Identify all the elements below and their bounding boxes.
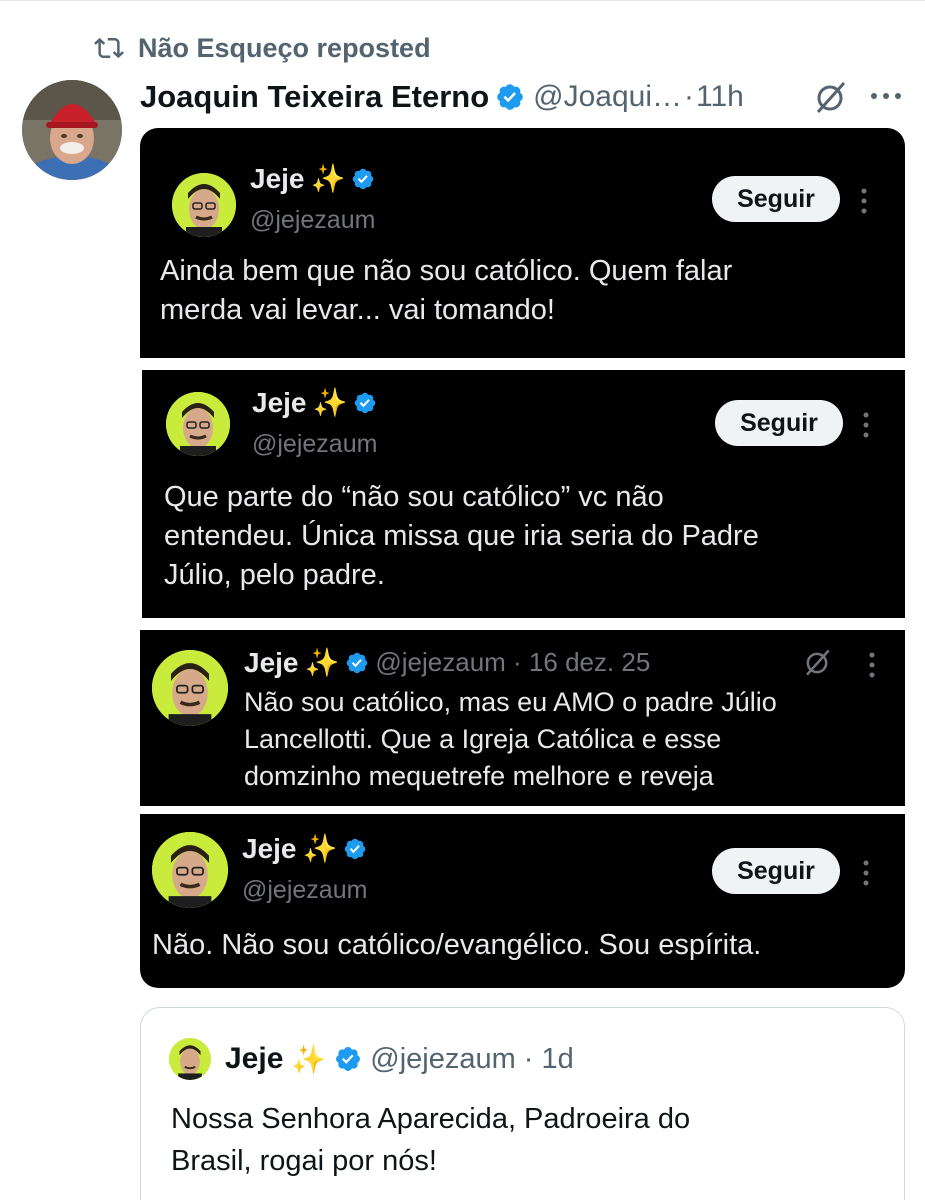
more-options-icon[interactable] xyxy=(866,84,906,108)
more-options-icon xyxy=(861,188,867,214)
panel-text: Ainda bem que não sou católico. Quem fal… xyxy=(160,255,733,326)
panel-author-handle: @jejezaum xyxy=(242,876,368,904)
jeje-avatar xyxy=(172,173,236,237)
verified-badge-icon xyxy=(353,168,374,189)
quoted-header: Jeje ✨ @jejezaum · 1d xyxy=(225,1038,574,1080)
grok-icon[interactable] xyxy=(812,80,848,116)
panel-author-line: Jeje ✨ @jejezaum · 16 dez. 25 xyxy=(244,646,651,679)
panel-author-name: Jeje ✨ xyxy=(242,832,367,865)
quoted-text: Nossa Senhora Aparecida, Padroeira do Br… xyxy=(171,1103,691,1177)
verified-badge-icon xyxy=(336,1047,361,1071)
panel-text: Não. Não sou católico/evangélico. Sou es… xyxy=(152,929,762,961)
attached-image[interactable]: Jeje ✨ @jejezaum Seguir Ainda bem que nã… xyxy=(140,128,905,988)
sparkles-emoji: ✨ xyxy=(310,163,346,194)
more-options-icon xyxy=(869,652,875,678)
follow-button: Seguir xyxy=(715,400,843,446)
quoted-time: 1d xyxy=(541,1042,574,1075)
panel-text: Que parte do “não sou católico” vc não e… xyxy=(164,481,759,591)
panel-author-handle: @jejezaum xyxy=(250,206,376,234)
quoted-post[interactable]: Jeje ✨ @jejezaum · 1d Nossa Senhora Apar… xyxy=(140,1007,905,1200)
verified-badge-icon xyxy=(355,392,376,413)
header-separator: · xyxy=(684,80,694,113)
post-header: Joaquin Teixeira Eterno @Joaqui… · 11h xyxy=(140,74,744,120)
repost-label: Não Esqueço reposted xyxy=(138,32,431,63)
grok-icon xyxy=(806,649,830,676)
quoted-author-name: Jeje xyxy=(225,1042,284,1075)
quoted-author-avatar xyxy=(169,1038,211,1080)
verified-badge-icon xyxy=(345,838,366,859)
author-avatar-image xyxy=(22,80,122,180)
panel-text: Não sou católico, mas eu AMO o padre Júl… xyxy=(244,687,777,791)
more-options-icon xyxy=(863,860,869,886)
author-avatar[interactable] xyxy=(22,80,122,180)
more-options-icon xyxy=(863,412,869,438)
screenshot-panel-1: Jeje ✨ @jejezaum Seguir Ainda bem que nã… xyxy=(140,128,905,358)
quoted-separator: · xyxy=(523,1042,534,1075)
author-name[interactable]: Joaquin Teixeira Eterno xyxy=(140,79,489,115)
panel-author-handle: @jejezaum xyxy=(252,430,378,458)
repost-indicator[interactable]: Não Esqueço reposted xyxy=(92,30,431,66)
follow-button: Seguir xyxy=(712,176,840,222)
sparkles-emoji: ✨ xyxy=(312,387,348,418)
jeje-avatar xyxy=(152,650,228,726)
sparkles-emoji: ✨ xyxy=(302,833,338,864)
repost-icon xyxy=(94,37,124,59)
author-handle[interactable]: @Joaqui… xyxy=(533,80,682,114)
follow-button: Seguir xyxy=(712,848,840,894)
quoted-author-handle: @jejezaum xyxy=(370,1042,516,1075)
panel-author-name: Jeje ✨ xyxy=(250,162,375,195)
post-time[interactable]: 11h xyxy=(696,80,744,114)
sparkles-emoji: ✨ xyxy=(291,1043,327,1075)
jeje-avatar xyxy=(166,392,230,456)
panel-handle-time: @jejezaum · 16 dez. 25 xyxy=(375,647,651,677)
screenshot-panel-2: Jeje ✨ @jejezaum Seguir Que parte do “nã… xyxy=(142,370,905,618)
screenshot-panel-4: Jeje ✨ @jejezaum Seguir Não. Não sou cat… xyxy=(140,814,905,988)
verified-badge-icon xyxy=(347,652,368,673)
jeje-avatar xyxy=(152,832,228,908)
panel-author-name: Jeje ✨ xyxy=(252,386,377,419)
screenshot-panel-3: Jeje ✨ @jejezaum · 16 dez. 25 Não sou ca… xyxy=(140,630,905,806)
sparkles-emoji: ✨ xyxy=(304,647,340,678)
top-divider xyxy=(0,0,925,1)
verified-badge-icon xyxy=(497,84,523,110)
